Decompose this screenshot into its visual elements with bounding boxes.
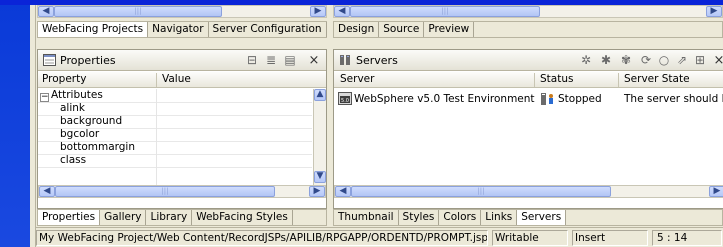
properties-table: − Attributes alink background bgcolor bot…	[38, 89, 312, 185]
scroll-thumb[interactable]: |||	[350, 6, 540, 17]
websphere-server-icon: 5.0	[338, 92, 352, 105]
bottom-right-tab-bar: Thumbnail Styles Colors Links Servers	[333, 209, 723, 226]
start-icon[interactable]: ✱	[598, 53, 614, 68]
servers-horizontal-scrollbar[interactable]: ◀ ||| ▶	[334, 185, 723, 198]
editor-horizontal-scrollbar[interactable]: ◀ ||| ▶	[333, 5, 723, 18]
filter-icon[interactable]: ≣	[263, 53, 279, 68]
column-server-state[interactable]: Server State	[624, 73, 690, 85]
scroll-thumb[interactable]: |||	[351, 186, 611, 197]
tab-library[interactable]: Library	[146, 210, 193, 225]
group-icon[interactable]: ⊟	[244, 53, 260, 68]
scroll-left-button[interactable]: ◀	[39, 186, 55, 197]
scroll-right-button[interactable]: ▶	[706, 6, 722, 17]
restore-default-icon[interactable]: ▤	[282, 53, 298, 68]
properties-header: Properties ⊟ ≣ ▤ ×	[38, 50, 326, 71]
servers-header: Servers ✲ ✱ ✾ ⟳ ○ ⇗ ⊞ ×	[334, 50, 723, 71]
tab-colors[interactable]: Colors	[439, 210, 482, 225]
tab-thumbnail[interactable]: Thumbnail	[334, 210, 399, 225]
tab-styles[interactable]: Styles	[399, 210, 440, 225]
properties-title: Properties	[60, 54, 116, 67]
scroll-right-button[interactable]: ▶	[309, 186, 325, 197]
scroll-thumb[interactable]: |||	[55, 186, 275, 197]
status-insert-mode: Insert	[572, 230, 648, 246]
tab-properties[interactable]: Properties	[38, 210, 101, 225]
window-frame-inner	[30, 5, 36, 247]
property-row-bgcolor[interactable]: bgcolor	[60, 128, 99, 141]
stop-icon[interactable]: ○	[656, 53, 672, 68]
close-icon[interactable]: ×	[711, 53, 723, 68]
servers-icon	[340, 55, 350, 65]
scroll-right-button[interactable]: ▶	[310, 6, 326, 17]
column-property[interactable]: Property	[42, 73, 86, 85]
property-row-bottommargin[interactable]: bottommargin	[60, 141, 135, 154]
property-row-alink[interactable]: alink	[60, 102, 85, 115]
debug-icon[interactable]: ✲	[578, 53, 594, 68]
properties-vertical-scrollbar[interactable]: ▲ ▼	[313, 89, 326, 185]
navigator-horizontal-scrollbar[interactable]: ◀ ||| ▶	[37, 5, 327, 18]
scroll-up-button[interactable]: ▲	[314, 89, 326, 101]
column-server[interactable]: Server	[340, 73, 374, 85]
publish-icon[interactable]: ⇗	[674, 53, 690, 68]
tab-design[interactable]: Design	[334, 22, 380, 37]
tab-navigator[interactable]: Navigator	[148, 22, 209, 37]
server-status: Stopped	[558, 93, 602, 105]
property-row-background[interactable]: background	[60, 115, 122, 128]
top-left-tab-bar: WebFacing Projects Navigator Server Conf…	[37, 21, 327, 38]
column-status[interactable]: Status	[540, 73, 573, 85]
tab-source[interactable]: Source	[379, 22, 425, 37]
collapse-icon[interactable]: −	[40, 93, 49, 102]
column-value[interactable]: Value	[162, 73, 191, 85]
scroll-right-button[interactable]: ▶	[709, 186, 723, 197]
svg-text:5.0: 5.0	[341, 98, 349, 104]
server-row[interactable]: 5.0 WebSphere v5.0 Test Environment Stop…	[334, 91, 723, 107]
stopped-status-icon	[541, 93, 553, 105]
server-state: The server should b	[624, 93, 723, 105]
profile-icon[interactable]: ✾	[618, 53, 634, 68]
properties-column-header: Property Value	[38, 72, 326, 88]
properties-icon	[43, 54, 56, 66]
view-menu-icon[interactable]: ⊞	[692, 53, 708, 68]
scroll-thumb[interactable]: |||	[54, 6, 222, 17]
properties-tab-bar: Properties Gallery Library WebFacing Sty…	[37, 209, 327, 226]
tab-webfacing-projects[interactable]: WebFacing Projects	[38, 22, 149, 37]
status-cursor-position: 5 : 14	[652, 230, 722, 246]
tab-server-configuration[interactable]: Server Configuration	[209, 22, 327, 37]
server-name: WebSphere v5.0 Test Environment	[354, 93, 535, 105]
restart-icon[interactable]: ⟳	[638, 53, 654, 68]
properties-view: Properties ⊟ ≣ ▤ × Property Value − Attri…	[37, 49, 327, 209]
window-frame-left	[0, 0, 30, 247]
servers-column-header: Server Status Server State	[334, 72, 723, 88]
properties-horizontal-scrollbar[interactable]: ◀ ||| ▶	[38, 185, 326, 198]
scroll-left-button[interactable]: ◀	[38, 6, 54, 17]
editor-tab-bar: Design Source Preview	[333, 21, 723, 38]
servers-view: Servers ✲ ✱ ✾ ⟳ ○ ⇗ ⊞ × Server Status Se…	[333, 49, 723, 209]
property-row-class[interactable]: class	[60, 154, 86, 167]
property-name: Attributes	[51, 89, 103, 101]
tab-gallery[interactable]: Gallery	[100, 210, 147, 225]
scroll-left-button[interactable]: ◀	[335, 186, 351, 197]
scroll-left-button[interactable]: ◀	[334, 6, 350, 17]
property-row-attributes[interactable]: − Attributes	[40, 89, 103, 102]
status-file-path: My WebFacing Project/Web Content/RecordJ…	[36, 230, 488, 246]
status-writable: Writable	[492, 230, 568, 246]
scroll-down-button[interactable]: ▼	[314, 171, 326, 183]
close-icon[interactable]: ×	[306, 53, 322, 68]
servers-title: Servers	[356, 54, 398, 67]
tab-webfacing-styles[interactable]: WebFacing Styles	[192, 210, 293, 225]
status-bar: My WebFacing Project/Web Content/RecordJ…	[36, 227, 723, 247]
tab-preview[interactable]: Preview	[424, 22, 475, 37]
tab-links[interactable]: Links	[481, 210, 518, 225]
tab-servers[interactable]: Servers	[517, 210, 567, 225]
